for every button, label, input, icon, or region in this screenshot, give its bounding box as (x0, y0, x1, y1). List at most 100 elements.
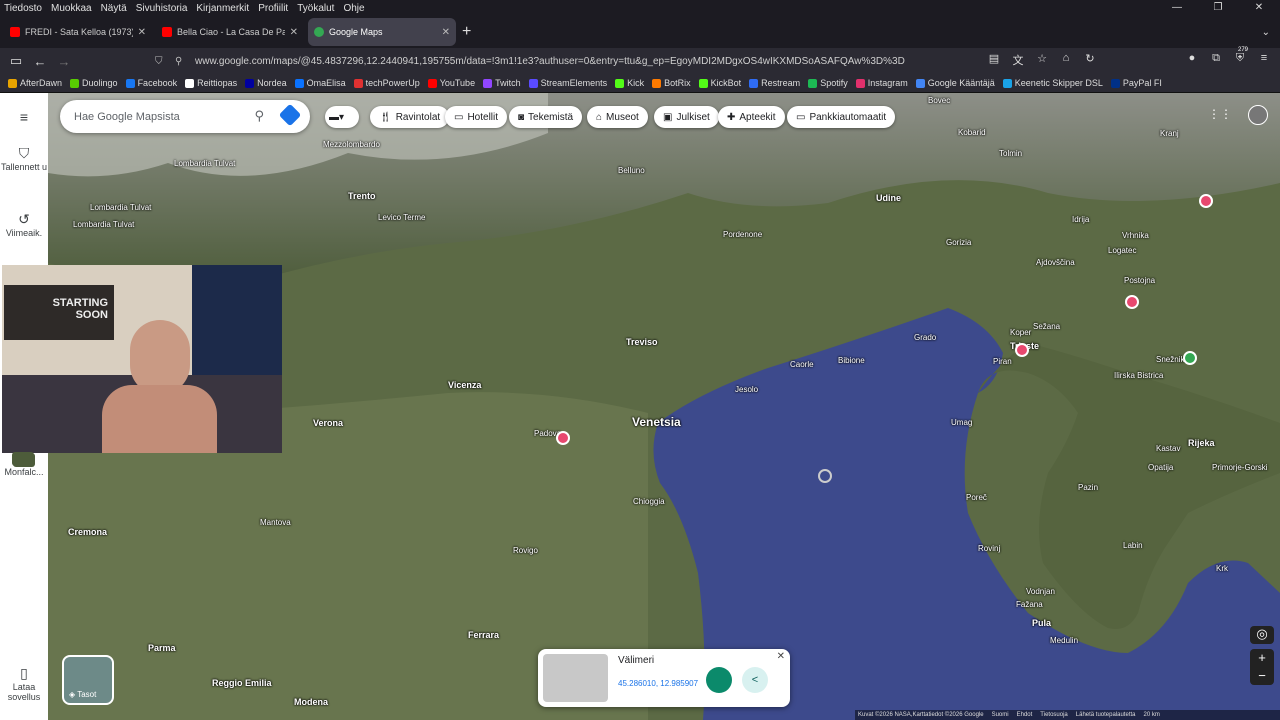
place-label[interactable]: Lombardia Tulvat (73, 220, 134, 229)
chip-things-to-do[interactable]: ◙ Tekemistä (509, 106, 583, 128)
place-label[interactable]: Opatija (1148, 463, 1173, 472)
place-label[interactable]: Pula (1032, 618, 1051, 628)
menu-icon[interactable]: ≡ (0, 109, 48, 125)
place-label[interactable]: Idrija (1072, 215, 1089, 224)
extensions-icon[interactable]: ⧉ (1208, 52, 1224, 68)
place-label[interactable]: Cremona (68, 527, 107, 537)
bookmark-nordea[interactable]: Nordea (245, 78, 287, 88)
app-menu-icon[interactable]: ≡ (1256, 52, 1272, 68)
place-label[interactable]: Rovinj (978, 544, 1000, 553)
place-label[interactable]: Belluno (618, 166, 645, 175)
account-icon[interactable]: ● (1184, 52, 1200, 68)
place-label[interactable]: Postojna (1124, 276, 1155, 285)
place-label[interactable]: Ajdovščina (1036, 258, 1075, 267)
close-tab-icon[interactable]: ✕ (442, 27, 450, 38)
back-button[interactable]: ← (28, 54, 52, 69)
close-card-button[interactable]: ✕ (777, 651, 785, 662)
new-tab-button[interactable]: + (462, 23, 471, 41)
search-box[interactable]: Hae Google Mapsista ⚲ (60, 100, 310, 133)
place-label[interactable]: Piran (993, 357, 1012, 366)
bookmark-spotify[interactable]: Spotify (808, 78, 848, 88)
layers-button[interactable]: ◈ Tasot (62, 655, 114, 705)
place-label[interactable]: Reggio Emilia (212, 678, 272, 688)
search-input[interactable]: Hae Google Mapsista (74, 111, 180, 123)
menu-edit[interactable]: Muokkaa (51, 3, 92, 14)
scale-bar[interactable]: 20 km (1143, 712, 1159, 718)
forward-button[interactable]: → (52, 54, 76, 69)
saved-place-pin[interactable] (1125, 295, 1139, 309)
place-label[interactable]: Tolmin (999, 149, 1022, 158)
place-label[interactable]: Labin (1123, 541, 1143, 550)
bookmark-duolingo[interactable]: Duolingo (70, 78, 118, 88)
bookmark-twitch[interactable]: Twitch (483, 78, 521, 88)
place-label[interactable]: Caorle (790, 360, 814, 369)
list-tabs-icon[interactable]: ⌄ (1262, 27, 1270, 38)
bookmark-youtube[interactable]: YouTube (427, 78, 475, 88)
bookmark-facebook[interactable]: Facebook (125, 78, 177, 88)
bookmark-afterdawn[interactable]: AfterDawn (8, 78, 62, 88)
recent-button[interactable]: ↺ Viimeaik. (0, 211, 48, 238)
zoom-controls[interactable]: + − (1250, 649, 1274, 685)
shield-icon[interactable]: ⛉ (155, 56, 169, 67)
directions-button[interactable] (706, 667, 732, 693)
chip-atms[interactable]: ▭ Pankkiautomaatit (787, 106, 896, 128)
privacy-link[interactable]: Tietosuoja (1040, 712, 1067, 718)
bookmark-restream[interactable]: Restream (749, 78, 800, 88)
place-label[interactable]: Modena (294, 697, 328, 707)
bookmark-omaelisa[interactable]: OmaElisa (294, 78, 346, 88)
language-link[interactable]: Suomi (992, 712, 1009, 718)
place-label[interactable]: Krk (1216, 564, 1228, 573)
place-label[interactable]: Sežana (1033, 322, 1060, 331)
place-label[interactable]: Levico Terme (378, 213, 425, 222)
place-label[interactable]: Verona (313, 418, 343, 428)
place-label[interactable]: Vodnjan (1026, 587, 1055, 596)
avatar[interactable] (1248, 105, 1268, 125)
place-label[interactable]: Poreč (966, 493, 987, 502)
minimize-button[interactable]: — (1161, 0, 1193, 16)
bookmark-instagram[interactable]: Instagram (855, 78, 908, 88)
site-info-icon[interactable]: ⚲ (175, 56, 189, 67)
menu-file[interactable]: Tiedosto (4, 3, 42, 14)
tab-google-maps[interactable]: Google Maps ✕ (308, 18, 456, 46)
place-label[interactable]: Parma (148, 643, 176, 653)
place-coordinates[interactable]: 45.286010, 12.985907 (618, 679, 698, 688)
chip-transit[interactable]: ▣ Julkiset (654, 106, 719, 128)
place-label[interactable]: Bovec (928, 96, 950, 105)
place-label[interactable]: Jesolo (735, 385, 758, 394)
map-type-toggle[interactable]: ▬▾ (325, 106, 359, 128)
close-window-button[interactable]: ✕ (1243, 0, 1275, 16)
directions-icon[interactable] (278, 103, 302, 127)
bookmark-keenetic-skipper-dsl[interactable]: Keenetic Skipper DSL (1002, 78, 1103, 88)
place-label[interactable]: Logatec (1108, 246, 1136, 255)
tab-youtube-2[interactable]: Bella Ciao - La Casa De Papel (N ✕ (156, 18, 304, 46)
place-label[interactable]: Trento (348, 191, 376, 201)
menu-help[interactable]: Ohje (343, 3, 364, 14)
search-icon[interactable]: ⚲ (254, 108, 264, 124)
chip-restaurants[interactable]: 🍴︎ Ravintolat (370, 106, 450, 128)
menu-profiles[interactable]: Profiilit (258, 3, 288, 14)
bookmark-paypal-fi[interactable]: PayPal FI (1110, 78, 1162, 88)
chip-hotels[interactable]: ▭ Hotellit (445, 106, 508, 128)
place-label[interactable]: Rovigo (513, 546, 538, 555)
share-button[interactable]: < (742, 667, 768, 693)
place-label[interactable]: Kobarid (958, 128, 986, 137)
bookmark-streamelements[interactable]: StreamElements (528, 78, 607, 88)
place-label[interactable]: Umag (951, 418, 972, 427)
close-tab-icon[interactable]: ✕ (138, 27, 146, 38)
place-label[interactable]: Snežnik (1156, 355, 1184, 364)
place-label[interactable]: Primorje-Gorski (1212, 463, 1268, 472)
place-label[interactable]: Treviso (626, 337, 658, 347)
home-icon[interactable]: ⌂ (1058, 52, 1074, 68)
place-label[interactable]: Grado (914, 333, 936, 342)
sidebar-toggle-icon[interactable]: ▭ (4, 53, 28, 69)
place-label[interactable]: Bibione (838, 356, 865, 365)
chip-museums[interactable]: ⌂ Museot (587, 106, 648, 128)
saved-place-pin[interactable] (556, 431, 570, 445)
reader-icon[interactable]: ▤ (986, 52, 1002, 68)
close-tab-icon[interactable]: ✕ (290, 27, 298, 38)
park-pin[interactable] (1183, 351, 1197, 365)
place-label[interactable]: Ilirska Bistrica (1114, 371, 1163, 380)
get-app-button[interactable]: ▯ Lataa sovellus (0, 665, 48, 702)
maximize-button[interactable]: ❐ (1202, 0, 1234, 16)
apps-grid-icon[interactable]: ⋮⋮ (1208, 107, 1232, 121)
